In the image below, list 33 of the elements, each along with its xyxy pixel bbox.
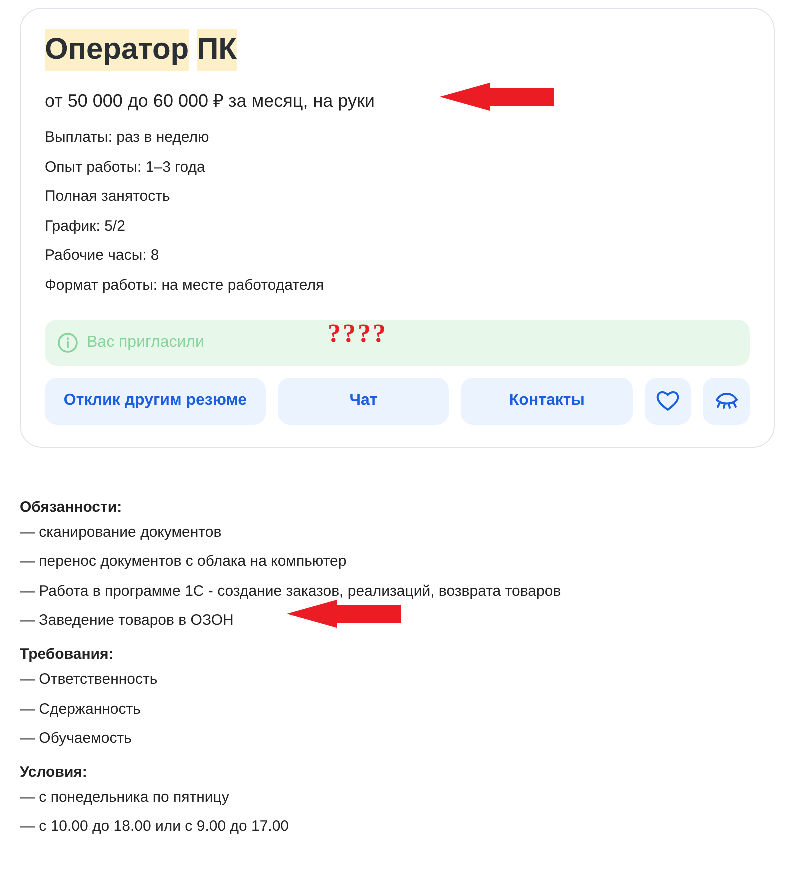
vacancy-title: ПК	[197, 29, 237, 71]
vacancy-detail: Рабочие часы: 8	[45, 246, 160, 266]
list-item: — с 10.00 до 18.00 или с 9.00 до 17.00	[20, 817, 290, 838]
list-item: — Работа в программе 1С - создание заказов, реализаций, возврата товаров	[20, 582, 562, 602]
status-text: Вас пригласили	[87, 332, 204, 353]
salary: от 50 000 до 60 000 ₽ за месяц, на руки	[45, 90, 375, 113]
heart-icon	[656, 390, 680, 412]
list-item: — Заведение товаров в ОЗОН	[20, 611, 234, 632]
question-marks-annotation: ????	[328, 318, 388, 350]
list-item: — Ответственность	[20, 670, 158, 690]
vacancy-detail: Формат работы: на месте работодателя	[45, 276, 324, 296]
section-heading: Требования:	[20, 644, 114, 665]
list-item: — перенос документов с облака на компьютер	[20, 552, 347, 572]
arrow-annotation-icon	[440, 83, 554, 111]
vacancy-detail: График: 5/2	[45, 216, 126, 237]
section-heading: Обязанности:	[20, 498, 122, 518]
favorite-button[interactable]	[644, 378, 692, 425]
action-button[interactable]: Контакты	[461, 378, 633, 425]
list-item: — Сдержанность	[20, 700, 141, 720]
list-item: — Обучаемость	[20, 729, 132, 750]
vacancy-detail: Полная занятость	[45, 187, 170, 208]
list-item: — сканирование документов	[20, 522, 222, 543]
action-button[interactable]: Отклик другим резюме	[45, 378, 266, 425]
vacancy-detail: Выплаты: раз в неделю	[45, 128, 210, 148]
closed-eye-icon	[714, 391, 739, 412]
info-icon	[57, 332, 79, 354]
vacancy-title: Оператор	[45, 29, 190, 71]
hide-button[interactable]	[703, 378, 750, 425]
arrow-annotation-icon	[287, 600, 401, 628]
list-item: — с понедельника по пятницу	[20, 788, 230, 808]
section-heading: Условия:	[20, 762, 88, 783]
action-button[interactable]: Чат	[278, 378, 450, 425]
vacancy-detail: Опыт работы: 1–3 года	[45, 158, 206, 178]
